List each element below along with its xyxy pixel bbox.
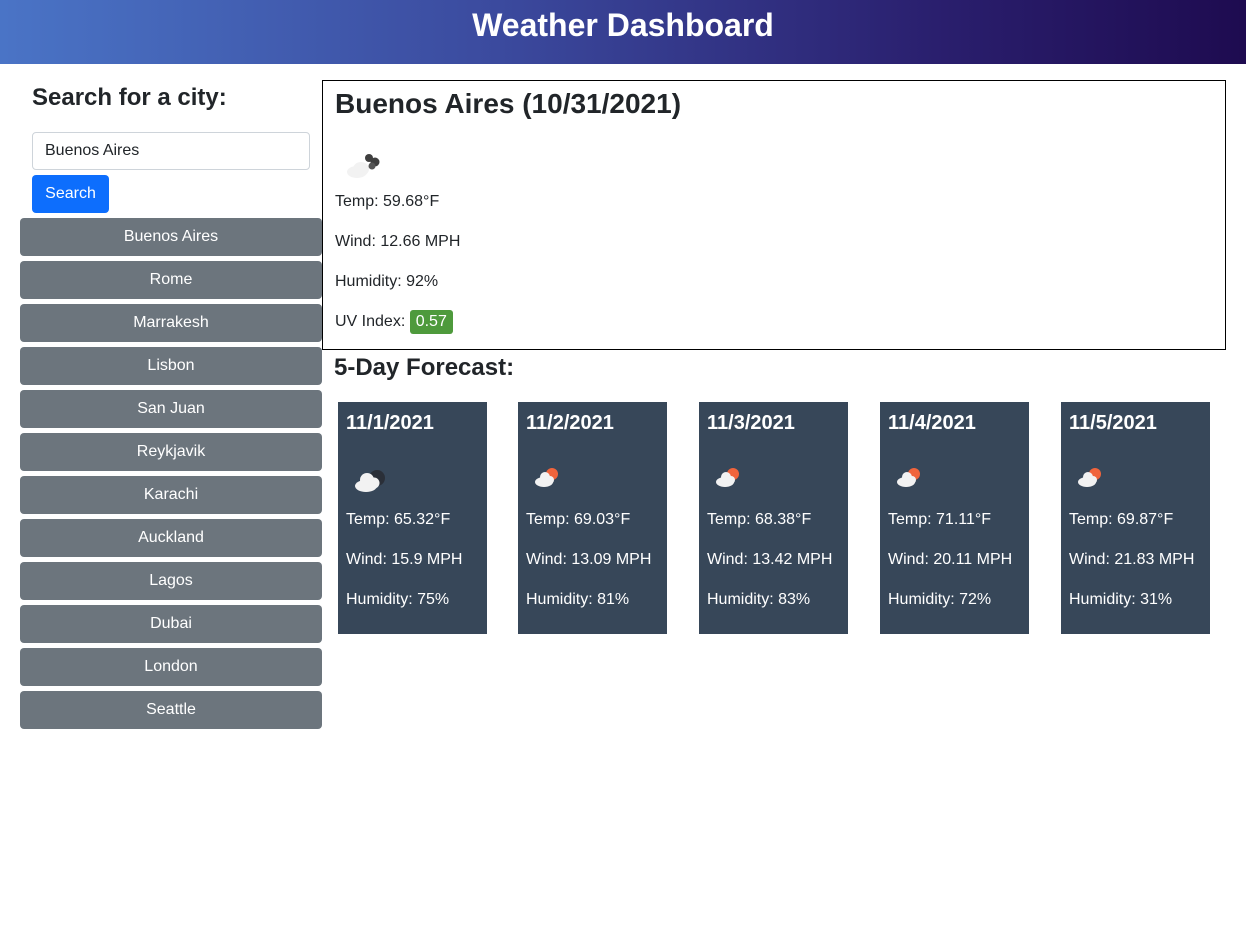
search-button[interactable]: Search <box>32 175 109 213</box>
forecast-temp: Temp: 69.03°F <box>526 511 631 528</box>
history-city-button[interactable]: Buenos Aires <box>20 218 322 256</box>
forecast-date: 11/5/2021 <box>1069 412 1157 434</box>
city-search-input[interactable] <box>32 132 310 170</box>
forecast-humidity: Humidity: 31% <box>1069 591 1173 608</box>
forecast-card: 11/3/2021 Temp: 68.38°F Wind: 13.42 MPH … <box>699 402 848 634</box>
forecast-wind: Wind: 15.9 MPH <box>346 551 463 568</box>
history-city-button[interactable]: Dubai <box>20 605 322 643</box>
forecast-humidity: Humidity: 75% <box>346 591 450 608</box>
history-city-button[interactable]: Reykjavik <box>20 433 322 471</box>
history-city-button[interactable]: Lagos <box>20 562 322 600</box>
app-header: Weather Dashboard <box>0 0 1246 64</box>
forecast-temp: Temp: 65.32°F <box>346 511 451 528</box>
forecast-humidity: Humidity: 72% <box>888 591 992 608</box>
history-city-button[interactable]: Karachi <box>20 476 322 514</box>
forecast-date: 11/3/2021 <box>707 412 795 434</box>
partly-cloudy-icon <box>535 468 558 487</box>
current-uv: UV Index: 0.57 <box>335 310 453 334</box>
partly-cloudy-icon <box>716 468 739 487</box>
current-wind: Wind: 12.66 MPH <box>335 233 461 250</box>
history-city-button[interactable]: San Juan <box>20 390 322 428</box>
current-humidity: Humidity: 92% <box>335 273 439 290</box>
current-city-title: Buenos Aires (10/31/2021) <box>335 88 682 119</box>
cloudy-night-icon <box>355 470 385 492</box>
history-city-button[interactable]: Lisbon <box>20 347 322 385</box>
history-city-button[interactable]: Auckland <box>20 519 322 557</box>
forecast-date: 11/1/2021 <box>346 412 434 434</box>
forecast-humidity: Humidity: 83% <box>707 591 811 608</box>
uv-label: UV Index: <box>335 313 410 330</box>
history-city-button[interactable]: Seattle <box>20 691 322 729</box>
uv-index-badge: 0.57 <box>409 310 453 334</box>
search-title: Search for a city: <box>32 84 227 111</box>
forecast-date: 11/2/2021 <box>526 412 614 434</box>
forecast-card: 11/4/2021 Temp: 71.11°F Wind: 20.11 MPH … <box>880 402 1029 634</box>
partly-cloudy-icon <box>1078 468 1101 487</box>
forecast-humidity: Humidity: 81% <box>526 591 630 608</box>
forecast-card: 11/5/2021 Temp: 69.87°F Wind: 21.83 MPH … <box>1061 402 1210 634</box>
forecast-title: 5-Day Forecast: <box>334 354 515 381</box>
cloudy-icon <box>347 154 380 178</box>
forecast-wind: Wind: 21.83 MPH <box>1069 551 1195 568</box>
app-title: Weather Dashboard <box>472 7 774 43</box>
forecast-temp: Temp: 69.87°F <box>1069 511 1174 528</box>
current-temp: Temp: 59.68°F <box>335 193 440 210</box>
forecast-card: 11/1/2021 Temp: 65.32°F Wind: 15.9 MPH H… <box>338 402 487 634</box>
forecast-date: 11/4/2021 <box>888 412 976 434</box>
forecast-card: 11/2/2021 Temp: 69.03°F Wind: 13.09 MPH … <box>518 402 667 634</box>
forecast-temp: Temp: 71.11°F <box>888 511 992 528</box>
history-city-button[interactable]: London <box>20 648 322 686</box>
forecast-temp: Temp: 68.38°F <box>707 511 812 528</box>
current-weather-panel: Buenos Aires (10/31/2021) Temp: 59.68°F … <box>322 80 1226 350</box>
search-history-list: Buenos Aires Rome Marrakesh Lisbon San Juan R… <box>20 218 322 734</box>
history-city-button[interactable]: Rome <box>20 261 322 299</box>
forecast-wind: Wind: 13.09 MPH <box>526 551 652 568</box>
partly-cloudy-icon <box>897 468 920 487</box>
history-city-button[interactable]: Marrakesh <box>20 304 322 342</box>
forecast-wind: Wind: 20.11 MPH <box>888 551 1013 568</box>
forecast-wind: Wind: 13.42 MPH <box>707 551 833 568</box>
